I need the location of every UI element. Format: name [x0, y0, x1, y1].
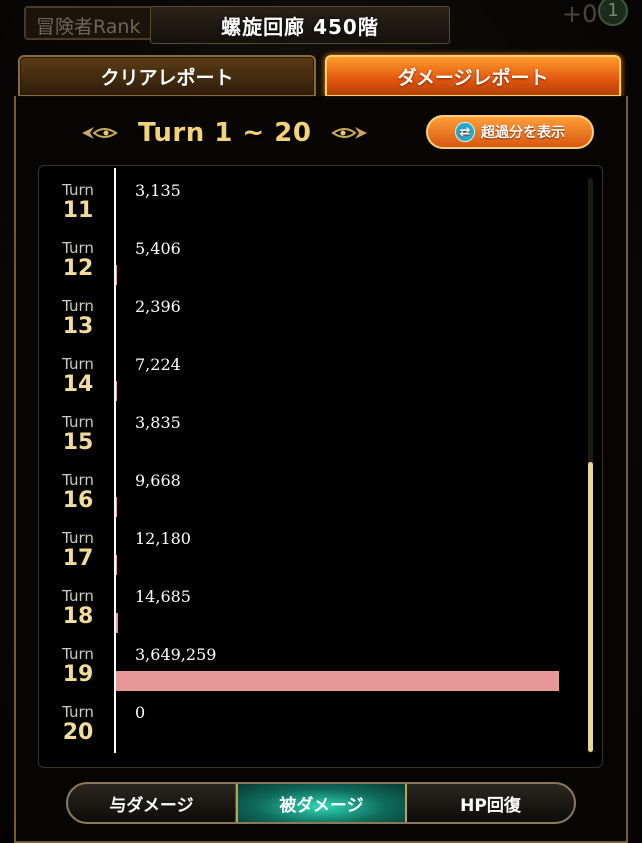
- left-ornament-icon: [80, 123, 120, 143]
- turn-word: Turn: [62, 703, 94, 721]
- show-excess-button[interactable]: ⇄ 超過分を表示: [426, 115, 594, 149]
- title-bar: 螺旋回廊 450階: [150, 6, 450, 44]
- tab-damage-report[interactable]: ダメージレポート: [325, 55, 621, 97]
- turn-number: 19: [62, 662, 94, 687]
- turn-word: Turn: [62, 645, 94, 663]
- turn-word: Turn: [62, 297, 94, 315]
- turn-word: Turn: [62, 587, 94, 605]
- damage-bar: [116, 497, 117, 517]
- tab-damage-report-label: ダメージレポート: [397, 66, 549, 89]
- damage-bar: [116, 555, 117, 575]
- turn-label: Turn 16: [56, 473, 100, 512]
- turn-label: Turn 18: [56, 589, 100, 628]
- turn-word: Turn: [62, 413, 94, 431]
- turn-number: 16: [62, 488, 94, 513]
- turn-label: Turn 19: [56, 647, 100, 686]
- damage-value-label: 0: [135, 703, 146, 722]
- damage-value-label: 3,135: [135, 181, 181, 200]
- turn-range-header: Turn 1 ~ 20: [80, 113, 380, 153]
- turn-number: 20: [62, 720, 94, 745]
- turn-label: Turn 17: [56, 531, 100, 570]
- damage-bar: [116, 381, 117, 401]
- bg-plus-value: +0: [562, 0, 598, 28]
- tab-clear-report-label: クリアレポート: [100, 66, 234, 89]
- show-excess-label: 超過分を表示: [481, 125, 565, 141]
- turn-number: 15: [62, 430, 94, 455]
- damage-bar: [116, 613, 118, 633]
- turn-number: 12: [62, 256, 94, 281]
- damage-bar: [116, 671, 559, 691]
- turn-number: 14: [62, 372, 94, 397]
- page-title: 螺旋回廊 450階: [221, 14, 379, 39]
- damage-value-label: 9,668: [135, 471, 181, 490]
- chart-axis: [114, 168, 116, 753]
- turn-range-label: Turn 1 ~ 20: [138, 118, 312, 148]
- turn-label: Turn 12: [56, 241, 100, 280]
- scrollbar-thumb[interactable]: [588, 462, 593, 752]
- right-ornament-icon: [329, 123, 369, 143]
- turn-label: Turn 15: [56, 415, 100, 454]
- tab-hp-recovery-label: HP回復: [460, 795, 521, 816]
- tab-hp-recovery[interactable]: HP回復: [407, 784, 574, 822]
- turn-word: Turn: [62, 239, 94, 257]
- turn-number: 13: [62, 314, 94, 339]
- tab-clear-report[interactable]: クリアレポート: [18, 55, 316, 97]
- damage-value-label: 2,396: [135, 297, 181, 316]
- damage-value-label: 12,180: [135, 529, 191, 548]
- damage-type-selector: 与ダメージ 被ダメージ HP回復: [66, 782, 576, 824]
- damage-value-label: 7,224: [135, 355, 181, 374]
- turn-word: Turn: [62, 471, 94, 489]
- damage-bar: [116, 265, 117, 285]
- turn-label: Turn 20: [56, 705, 100, 744]
- tab-dealt-damage-label: 与ダメージ: [109, 795, 194, 816]
- damage-value-label: 14,685: [135, 587, 191, 606]
- turn-label: Turn 14: [56, 357, 100, 396]
- turn-number: 17: [62, 546, 94, 571]
- turn-word: Turn: [62, 181, 94, 199]
- turn-number: 11: [62, 198, 94, 223]
- tab-received-damage-label: 被ダメージ: [279, 795, 364, 816]
- tab-received-damage[interactable]: 被ダメージ: [236, 784, 407, 822]
- turn-label: Turn 13: [56, 299, 100, 338]
- damage-value-label: 3,649,259: [135, 645, 217, 664]
- turn-word: Turn: [62, 529, 94, 547]
- damage-value-label: 5,406: [135, 239, 181, 258]
- turn-number: 18: [62, 604, 94, 629]
- swap-icon: ⇄: [455, 122, 475, 142]
- tab-dealt-damage[interactable]: 与ダメージ: [68, 784, 236, 822]
- turn-label: Turn 11: [56, 183, 100, 222]
- damage-value-label: 3,835: [135, 413, 181, 432]
- turn-word: Turn: [62, 355, 94, 373]
